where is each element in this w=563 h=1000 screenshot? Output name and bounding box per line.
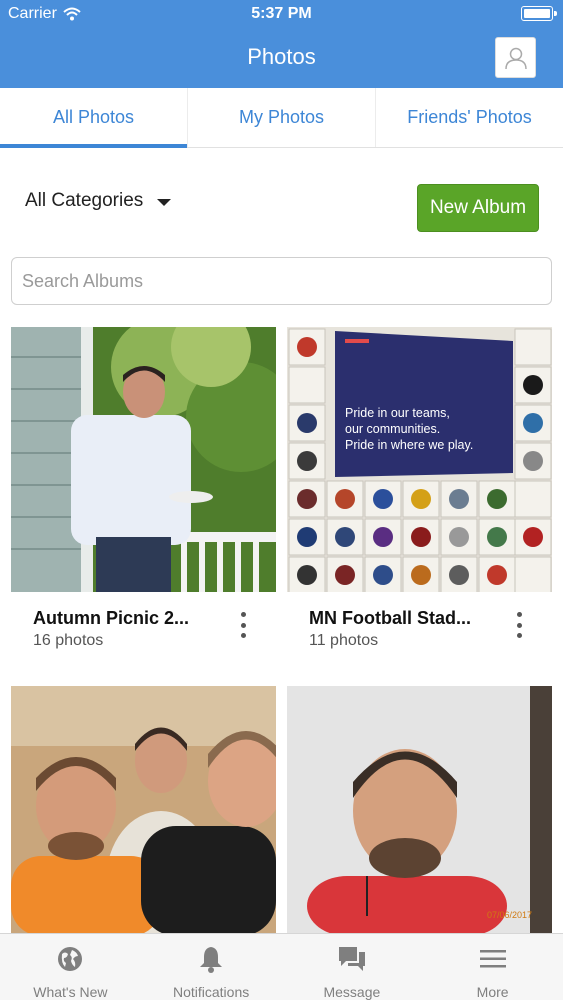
svg-text:our communities.: our communities. bbox=[345, 422, 440, 436]
chat-bubbles-icon bbox=[338, 947, 365, 971]
tab-label: Friends' Photos bbox=[407, 107, 532, 127]
tab-all-photos[interactable]: All Photos bbox=[0, 88, 188, 148]
caret-down-icon bbox=[157, 198, 172, 206]
app-header: Carrier 5:37 PM Photos bbox=[0, 0, 563, 88]
bell-icon bbox=[200, 947, 223, 973]
album-photo-count: 11 photos bbox=[309, 632, 379, 649]
svg-text:07/06/2017: 07/06/2017 bbox=[487, 910, 532, 920]
new-album-button[interactable]: New Album bbox=[417, 184, 539, 232]
user-avatar-icon bbox=[504, 47, 527, 69]
album-photo-count: 16 photos bbox=[33, 632, 104, 649]
album-title: Autumn Picnic 2... bbox=[33, 608, 190, 628]
status-bar: Carrier 5:37 PM bbox=[0, 0, 563, 28]
nav-label: What's New bbox=[33, 984, 108, 1000]
nav-message[interactable]: Message bbox=[282, 934, 423, 1000]
tab-my-photos[interactable]: My Photos bbox=[188, 88, 376, 147]
page-title: Photos bbox=[247, 44, 316, 69]
album-cover-image[interactable] bbox=[11, 686, 276, 933]
nav-label: More bbox=[476, 984, 509, 1000]
nav-notifications[interactable]: Notifications bbox=[141, 934, 282, 1000]
search-albums-input[interactable] bbox=[11, 257, 552, 305]
category-label: All Categories bbox=[25, 190, 144, 211]
album-title: MN Football Stad... bbox=[309, 608, 471, 628]
album-card[interactable] bbox=[11, 686, 276, 933]
tab-label: My Photos bbox=[238, 107, 325, 127]
status-time: 5:37 PM bbox=[251, 5, 312, 22]
album-cover-image[interactable]: 07/06/2017 bbox=[287, 686, 552, 933]
nav-label: Notifications bbox=[172, 984, 250, 1000]
album-card[interactable]: Autumn Picnic 2... 16 photos bbox=[11, 327, 276, 649]
nav-label: Message bbox=[323, 984, 381, 1000]
photo-tabs: All Photos My Photos Friends' Photos bbox=[0, 88, 563, 148]
svg-text:Pride in where we play.: Pride in where we play. bbox=[345, 438, 473, 452]
globe-icon bbox=[58, 947, 83, 971]
battery-icon bbox=[521, 6, 557, 21]
nav-whats-new[interactable]: What's New bbox=[0, 934, 141, 1000]
more-vertical-icon[interactable] bbox=[235, 610, 251, 640]
nav-more[interactable]: More bbox=[422, 934, 563, 1000]
more-vertical-icon[interactable] bbox=[511, 610, 527, 640]
tab-friends-photos[interactable]: Friends' Photos bbox=[376, 88, 563, 147]
album-cover-image[interactable]: Pride in our teams, our communities. Pri… bbox=[287, 327, 552, 592]
album-card[interactable]: 07/06/2017 bbox=[287, 686, 552, 933]
svg-text:Pride in our teams,: Pride in our teams, bbox=[345, 406, 450, 420]
album-cover-image[interactable] bbox=[11, 327, 276, 592]
profile-button[interactable] bbox=[495, 37, 536, 78]
hamburger-menu-icon bbox=[479, 950, 506, 968]
album-card[interactable]: Pride in our teams, our communities. Pri… bbox=[287, 327, 552, 649]
category-dropdown[interactable]: All Categories bbox=[25, 186, 172, 216]
tab-label: All Photos bbox=[52, 107, 135, 127]
bottom-tab-bar: What's New Notifications Message More bbox=[0, 933, 563, 1000]
